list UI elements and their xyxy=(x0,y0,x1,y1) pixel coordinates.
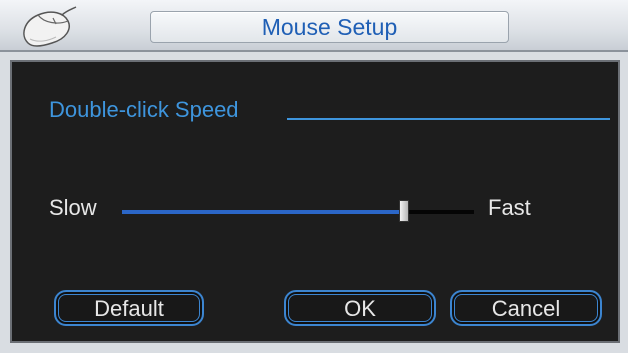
speed-slider-thumb[interactable] xyxy=(399,200,409,222)
speed-slider-fill xyxy=(122,210,404,214)
mouse-icon xyxy=(18,5,80,49)
ok-button[interactable]: OK xyxy=(284,290,436,326)
cancel-button[interactable]: Cancel xyxy=(450,290,602,326)
mouse-setup-window: Mouse Setup Double-click Speed Slow Fast… xyxy=(0,0,628,353)
window-title: Mouse Setup xyxy=(150,11,509,43)
default-button[interactable]: Default xyxy=(54,290,204,326)
section-divider xyxy=(287,118,610,120)
title-bar: Mouse Setup xyxy=(0,0,628,52)
slider-max-label: Fast xyxy=(488,195,531,220)
settings-panel: Double-click Speed Slow Fast Default OK … xyxy=(10,60,620,343)
double-click-speed-label: Double-click Speed xyxy=(49,97,239,122)
speed-slider-track[interactable] xyxy=(122,210,474,214)
slider-min-label: Slow xyxy=(49,195,97,220)
